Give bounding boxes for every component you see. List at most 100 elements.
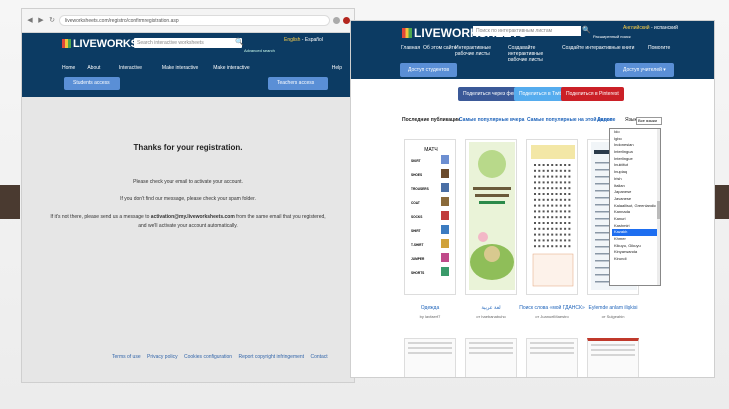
advanced-search-link[interactable]: Advanced search (244, 48, 275, 53)
grid-letter (564, 239, 567, 242)
dropdown-option[interactable]: Indonesian (612, 142, 660, 149)
dropdown-option[interactable]: Kinyarwanda (612, 249, 660, 256)
dropdown-option[interactable]: Inuktitut (612, 162, 660, 169)
grid-letter (568, 193, 571, 195)
card-4-author[interactable]: от Sulgeahin (578, 314, 648, 319)
dropdown-option[interactable]: Interlingue (612, 156, 660, 163)
dropdown-option[interactable]: Kashmiri (612, 223, 660, 230)
card-3-title[interactable]: Поиск слова «мой ГДАНСК» (517, 305, 587, 311)
dropdown-option[interactable]: Kikuyu, Gikuyu (612, 243, 660, 250)
activation-email[interactable]: activation@my.liveworksheets.com (151, 214, 235, 220)
dropdown-option[interactable]: Inupiaq (612, 169, 660, 176)
card-4-title[interactable]: Eylemde anlam ilişkisi (578, 305, 648, 311)
clothing-word: TROUSERS (411, 187, 429, 191)
tab-more[interactable]: Далее (597, 117, 612, 123)
footer-terms[interactable]: Terms of use (112, 354, 141, 360)
worksheet-card-8[interactable] (587, 338, 639, 377)
grid-letter (564, 216, 567, 219)
grid-letter (546, 216, 549, 219)
worksheet-card-1[interactable]: МАТЧ SKIRT SHOES TROUSERS COAT SOCKS SHIRT T-SH… (404, 139, 456, 295)
card-1-author[interactable]: by lavfaerf7 (395, 314, 465, 319)
dropdown-option[interactable]: Irish (612, 176, 660, 183)
grid-letter (538, 227, 541, 230)
grid-letter (542, 204, 545, 207)
language-filter-select[interactable]: Все языки (636, 117, 662, 125)
nav-worksheets-ru[interactable]: Интерактивные рабочие листы (455, 45, 501, 57)
reload-icon[interactable]: ↻ (48, 17, 56, 25)
dropdown-option[interactable]: Kanuri (612, 216, 660, 223)
footer-privacy[interactable]: Privacy policy (147, 354, 178, 360)
extension-icon[interactable] (333, 17, 340, 24)
nav-home[interactable]: Home (62, 63, 75, 75)
worksheet-card-5[interactable] (404, 338, 456, 377)
grid-letter (568, 187, 571, 190)
lang-spanish[interactable]: Español (305, 37, 323, 43)
card-3-author[interactable]: от JuanuelMaestro (517, 314, 587, 319)
dropdown-option[interactable]: Kazakh (612, 229, 660, 236)
nav-help[interactable]: Help (332, 63, 342, 75)
students-access-button-ru[interactable]: Доступ студентов (400, 63, 457, 77)
nav-about-ru[interactable]: Об этом сайте (423, 45, 457, 51)
arabic-worksheet-thumbnail (469, 142, 515, 290)
card-2-author[interactable]: от haebanabuho (456, 314, 526, 319)
footer-copyright[interactable]: Report copyright infringement (238, 354, 304, 360)
language-switcher: English - Español (284, 37, 323, 43)
grid-letter (555, 169, 558, 172)
lang-english-ru[interactable]: Английский (623, 25, 650, 31)
tab-popular-yesterday[interactable]: Самые популярные вчера (459, 117, 524, 123)
dropdown-option[interactable]: Javanese (612, 196, 660, 203)
grid-letter (568, 216, 571, 219)
search-input[interactable]: Search interactive worksheets (134, 38, 242, 48)
dropdown-option[interactable]: Italian (612, 183, 660, 190)
grid-letter (568, 227, 571, 230)
worksheet-card-6[interactable] (465, 338, 517, 377)
nav-make-worksheets[interactable]: Make interactive worksheets (162, 63, 201, 81)
profile-icon[interactable] (343, 17, 350, 24)
clothing-word: SHOES (411, 173, 422, 177)
nav-home-ru[interactable]: Главная (401, 45, 420, 51)
teachers-access-button-ru[interactable]: Доступ учителей ▾ (615, 63, 674, 77)
advanced-search-link-ru[interactable]: Расширенный поиск (593, 34, 631, 39)
grid-letter (555, 204, 558, 207)
dropdown-option[interactable]: Kirundi (612, 256, 660, 263)
dropdown-option[interactable]: Igbo (612, 136, 660, 143)
nav-about[interactable]: About this site (87, 63, 107, 81)
address-bar[interactable]: liveworksheets.com/registro/confirmregis… (59, 15, 330, 26)
dropdown-option[interactable]: Khmer (612, 236, 660, 243)
footer-cookies[interactable]: Cookies configuration (184, 354, 232, 360)
teachers-access-button[interactable]: Teachers access (268, 77, 328, 90)
tab-latest[interactable]: Последние публикации (402, 117, 460, 123)
grid-letter (555, 233, 558, 236)
footer-contact[interactable]: Contact (310, 354, 327, 360)
nav-make-books-ru[interactable]: Создайте интерактивные книги (562, 45, 634, 51)
grid-letter (542, 239, 545, 242)
dropdown-scrollbar[interactable] (657, 129, 660, 285)
grid-letter (551, 175, 554, 178)
worksheet-card-7[interactable] (526, 338, 578, 377)
card-2-title[interactable]: لغة عربية (456, 305, 526, 311)
grid-letter (564, 164, 567, 166)
forward-icon[interactable]: ▶ (37, 17, 45, 25)
nav-make-workbooks[interactable]: Make interactive workbooks (213, 63, 251, 81)
card-1-title[interactable]: Одежда (395, 305, 465, 311)
dropdown-option[interactable]: Kalaallisut, Greenlandic (612, 203, 660, 210)
dropdown-option[interactable]: Interlingua (612, 149, 660, 156)
dropdown-option[interactable]: Kannada (612, 209, 660, 216)
worksheet-card-3[interactable] (526, 139, 578, 295)
nav-help-ru[interactable]: Помогите (648, 45, 670, 51)
search-icon[interactable]: 🔍 (582, 26, 591, 34)
language-dropdown-list[interactable]: Ido Igbo Indonesian Interlingua Interlingue I… (609, 128, 661, 286)
students-access-button[interactable]: Students access (64, 77, 120, 90)
dropdown-scroll-thumb[interactable] (657, 201, 660, 219)
lang-spanish-ru[interactable]: испанский (654, 25, 678, 31)
search-icon[interactable]: 🔍 (235, 38, 244, 46)
grid-letter (538, 239, 541, 242)
dropdown-option[interactable]: Japanese (612, 189, 660, 196)
back-icon[interactable]: ◀ (26, 17, 34, 25)
nav-worksheets[interactable]: Interactive worksheets (119, 63, 150, 81)
dropdown-option[interactable]: Ido (612, 129, 660, 136)
share-pinterest-button[interactable]: Поделиться в Pinterest (561, 87, 624, 101)
search-input-ru[interactable]: Поиск по интерактивным листам (473, 26, 581, 36)
worksheet-card-2[interactable] (465, 139, 517, 295)
lang-english[interactable]: English (284, 37, 300, 43)
